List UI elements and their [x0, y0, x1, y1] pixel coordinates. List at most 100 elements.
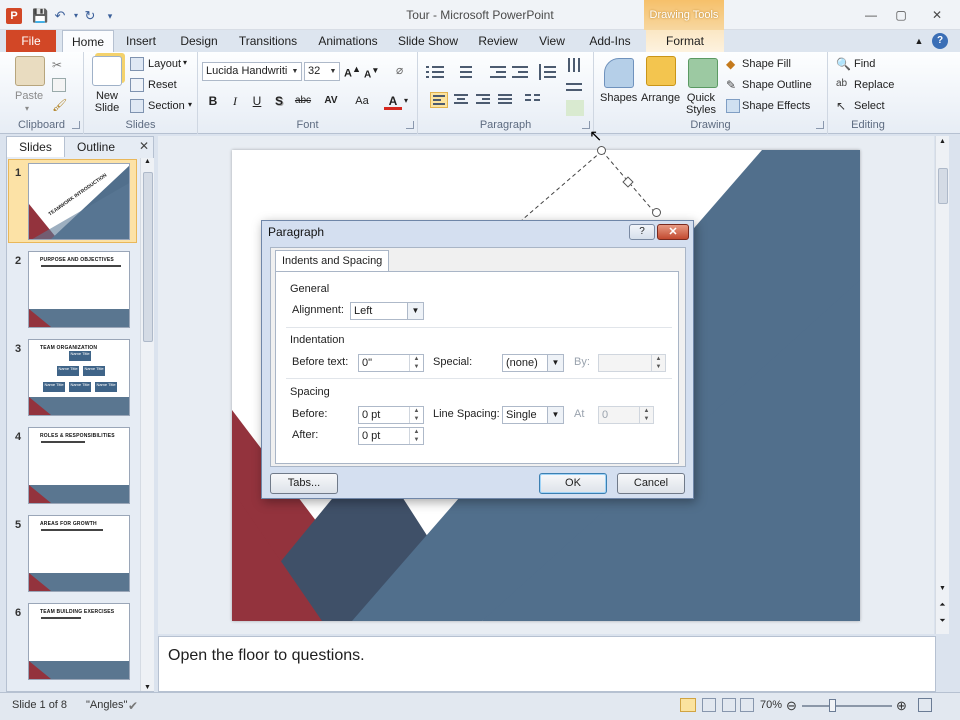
grow-font-icon[interactable]: A▲ — [344, 64, 361, 80]
decrease-indent-icon[interactable] — [490, 64, 508, 80]
underline-button[interactable]: U — [248, 92, 266, 110]
after-spinner[interactable]: 0 pt ▲ ▼ — [358, 427, 424, 445]
scrollbar-thumb[interactable] — [143, 172, 153, 342]
tab-format[interactable]: Format — [646, 30, 724, 52]
increase-indent-icon[interactable] — [512, 64, 530, 80]
close-panel-icon[interactable]: ✕ — [139, 139, 149, 153]
strikethrough-button[interactable]: abc — [292, 92, 314, 110]
maximize-button[interactable]: ▢ — [888, 6, 914, 24]
zoom-slider[interactable] — [802, 705, 892, 707]
tabs-button[interactable]: Tabs... — [270, 473, 338, 494]
help-icon[interactable]: ? — [932, 33, 948, 49]
tab-indents-and-spacing[interactable]: Indents and Spacing — [275, 250, 390, 272]
font-size-combo[interactable]: 32 ▼ — [304, 62, 340, 81]
notes-pane[interactable]: Open the floor to questions. — [158, 636, 936, 692]
line-spacing-select[interactable]: Single ▼ — [502, 406, 564, 424]
slide-sorter-icon[interactable] — [702, 698, 716, 712]
spell-check-icon[interactable]: ✔ — [128, 699, 138, 713]
quick-styles-button[interactable]: Quick Styles — [686, 92, 716, 116]
bold-button[interactable]: B — [204, 92, 222, 110]
section-dropdown-icon[interactable]: ▾ — [188, 100, 192, 109]
fit-to-window-icon[interactable] — [918, 698, 932, 712]
resize-handle[interactable] — [652, 208, 661, 217]
scroll-up-icon[interactable]: ▲ — [141, 158, 154, 165]
before-spinner[interactable]: 0 pt ▲ ▼ — [358, 406, 424, 424]
text-direction-icon[interactable] — [566, 58, 584, 74]
shape-fill-icon[interactable]: ◆ — [726, 57, 740, 71]
font-color-button[interactable]: A — [384, 92, 402, 110]
tab-insert[interactable]: Insert — [118, 30, 164, 52]
alignment-select[interactable]: Left ▼ — [350, 302, 424, 320]
arrange-button[interactable]: Arrange — [641, 92, 680, 104]
change-case-button[interactable]: Aa — [350, 92, 374, 110]
minimize-ribbon-icon[interactable]: ▲ — [912, 30, 926, 52]
tab-add-ins[interactable]: Add-Ins — [582, 30, 638, 52]
tab-slide-show[interactable]: Slide Show — [392, 30, 464, 52]
font-name-dropdown-icon[interactable]: ▼ — [289, 63, 301, 80]
minimize-button[interactable]: — — [858, 6, 884, 24]
scroll-up-icon[interactable]: ▲ — [936, 138, 949, 145]
font-size-dropdown-icon[interactable]: ▼ — [327, 63, 339, 80]
shapes-button[interactable]: Shapes — [600, 92, 637, 104]
ok-button[interactable]: OK — [539, 473, 607, 494]
arrange-icon[interactable] — [646, 56, 676, 86]
paste-dropdown-icon[interactable]: ▾ — [25, 104, 29, 113]
align-left-button[interactable] — [430, 92, 448, 108]
reading-view-icon[interactable] — [722, 698, 736, 712]
align-center-button[interactable] — [452, 92, 470, 108]
shape-fill-button[interactable]: Shape Fill — [742, 58, 791, 70]
new-slide-icon[interactable] — [92, 56, 122, 86]
new-slide-button-label[interactable]: New Slide — [90, 90, 124, 114]
select-icon[interactable]: ↖ — [836, 99, 850, 113]
cancel-button[interactable]: Cancel — [617, 473, 685, 494]
align-right-button[interactable] — [474, 92, 492, 108]
shrink-font-icon[interactable]: A▼ — [364, 65, 379, 80]
section-button[interactable]: Section — [148, 100, 185, 112]
tab-animations[interactable]: Animations — [312, 30, 384, 52]
line-spacing-dropdown-icon[interactable]: ▼ — [547, 407, 563, 423]
font-launcher-icon[interactable] — [406, 121, 414, 129]
alignment-dropdown-icon[interactable]: ▼ — [407, 303, 423, 319]
zoom-in-icon[interactable]: ⊕ — [896, 698, 907, 714]
rotation-handle[interactable] — [597, 146, 606, 155]
slide-show-icon[interactable] — [740, 698, 754, 712]
close-button[interactable]: ✕ — [924, 6, 950, 24]
tab-file[interactable]: File — [6, 30, 56, 52]
spinner-arrows-icon[interactable]: ▲ ▼ — [409, 407, 423, 423]
justify-button[interactable] — [496, 92, 514, 108]
text-shadow-button[interactable]: S — [270, 92, 288, 110]
scroll-down-icon[interactable]: ▼ — [141, 684, 154, 691]
numbering-icon[interactable] — [454, 64, 472, 80]
slide-area-scrollbar[interactable]: ▲ ▼ ⏶ ⏷ — [935, 136, 949, 634]
tab-slides[interactable]: Slides — [7, 137, 65, 157]
quick-styles-icon[interactable] — [688, 58, 718, 88]
slide-thumbnail-1[interactable]: TEAMWORK INTRODUCTION — [28, 163, 130, 240]
tab-design[interactable]: Design — [172, 30, 226, 52]
paste-icon[interactable] — [15, 56, 45, 86]
paste-button-label[interactable]: Paste — [15, 90, 43, 102]
layout-icon[interactable] — [130, 57, 144, 71]
shapes-icon[interactable] — [604, 58, 634, 88]
scrollbar-thumb[interactable] — [938, 168, 948, 204]
clipboard-launcher-icon[interactable] — [72, 121, 80, 129]
zoom-out-icon[interactable]: ⊖ — [786, 698, 797, 714]
font-color-dropdown-icon[interactable]: ▾ — [401, 92, 411, 110]
copy-icon[interactable] — [52, 78, 66, 92]
slide-thumbnail-5[interactable]: AREAS FOR GROWTH — [28, 515, 130, 592]
italic-button[interactable]: I — [226, 92, 244, 110]
slides-panel-scrollbar[interactable]: ▲ ▼ — [140, 158, 154, 691]
tab-outline[interactable]: Outline — [65, 137, 127, 157]
character-spacing-button[interactable]: AV — [318, 92, 344, 110]
reset-button[interactable]: Reset — [148, 79, 177, 91]
find-icon[interactable]: 🔍 — [836, 57, 851, 71]
spinner-arrows-icon[interactable]: ▲ ▼ — [409, 428, 423, 444]
cut-icon[interactable]: ✂ — [52, 58, 66, 72]
layout-dropdown-icon[interactable]: ▾ — [183, 58, 187, 67]
layout-button[interactable]: Layout — [148, 58, 181, 70]
tab-transitions[interactable]: Transitions — [232, 30, 304, 52]
shape-outline-button[interactable]: Shape Outline — [742, 79, 812, 91]
select-button[interactable]: Select — [854, 100, 885, 112]
reset-icon[interactable] — [130, 78, 144, 92]
find-button[interactable]: Find — [854, 58, 875, 70]
normal-view-icon[interactable] — [680, 698, 696, 712]
